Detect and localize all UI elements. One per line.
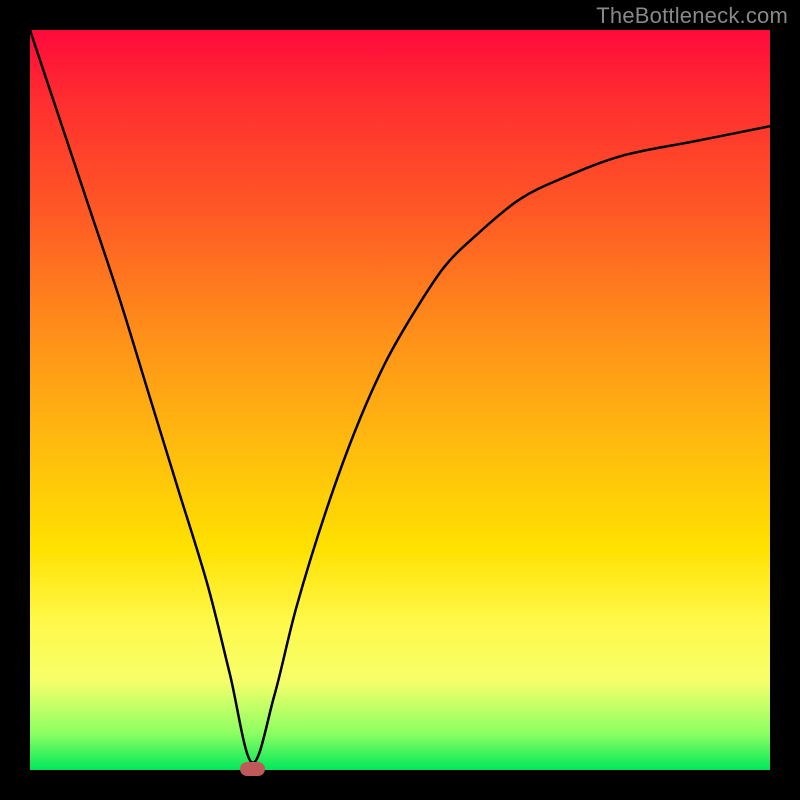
plot-area	[30, 30, 770, 770]
curve-path	[30, 30, 770, 763]
chart-stage: TheBottleneck.com	[0, 0, 800, 800]
watermark-text: TheBottleneck.com	[596, 3, 788, 29]
bottleneck-curve	[30, 30, 770, 770]
optimal-marker	[240, 762, 265, 776]
